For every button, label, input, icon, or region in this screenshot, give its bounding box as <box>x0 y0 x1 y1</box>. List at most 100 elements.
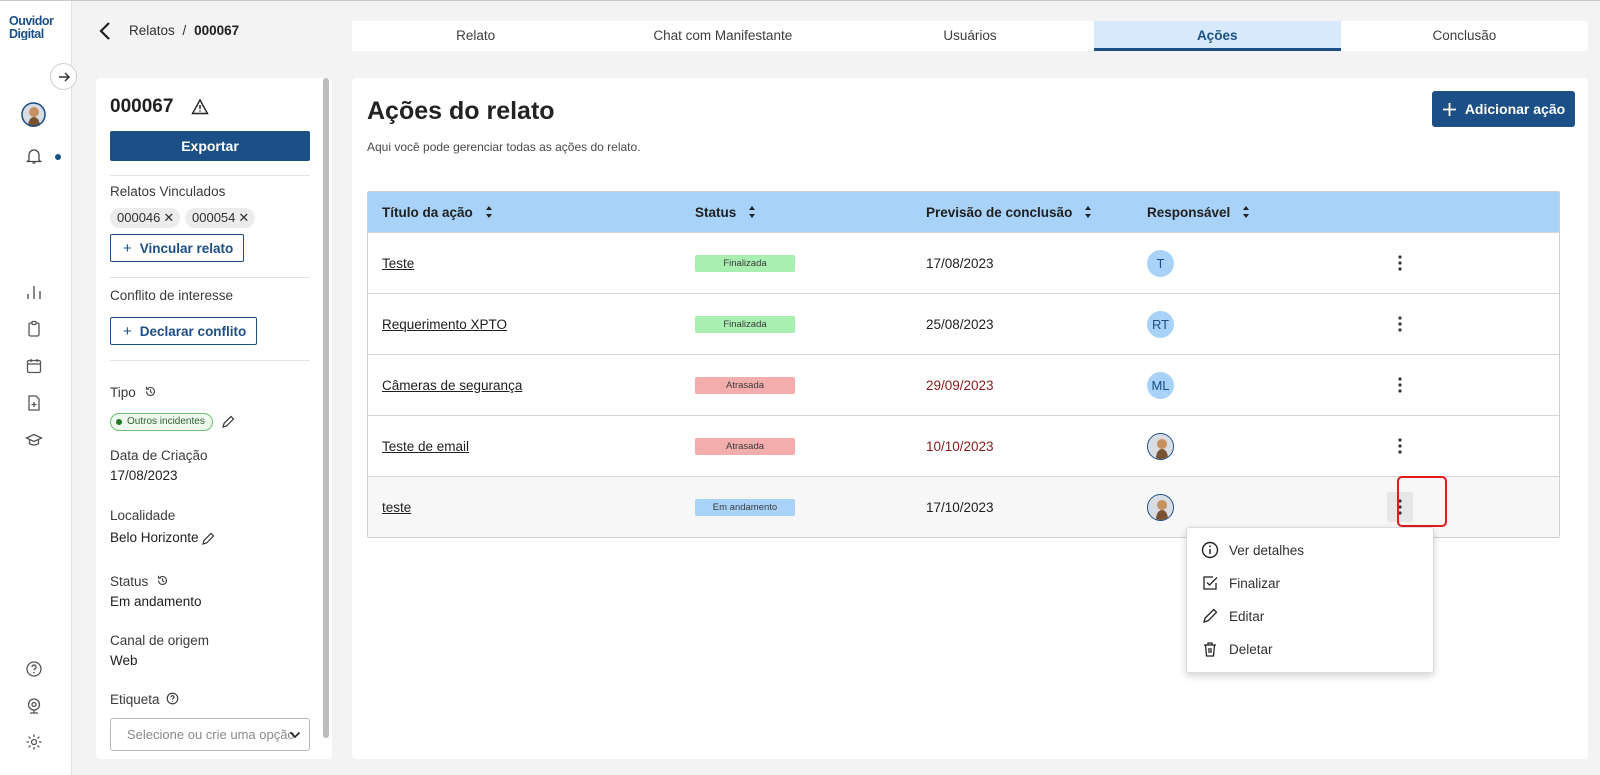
expand-sidebar-button[interactable] <box>50 63 77 90</box>
remove-chip-icon[interactable]: ✕ <box>163 210 174 225</box>
add-action-button[interactable]: Adicionar ação <box>1432 91 1575 127</box>
link-report-button[interactable]: + Vincular relato <box>110 234 245 262</box>
page-subtitle: Aqui você pode gerenciar todas as ações … <box>367 140 641 154</box>
nav-settings[interactable] <box>24 732 44 752</box>
menu-item-edit[interactable]: Editar <box>1201 605 1264 627</box>
help-icon <box>26 661 42 677</box>
divider <box>110 277 310 278</box>
pencil-icon <box>1203 608 1218 623</box>
nav-help[interactable] <box>24 659 44 679</box>
pencil-icon[interactable] <box>201 532 215 546</box>
svg-text:Ouvidor: Ouvidor <box>9 14 54 28</box>
conflict-label: Conflito de interesse <box>110 288 234 303</box>
kebab-icon <box>1398 438 1402 454</box>
menu-item-delete[interactable]: Deletar <box>1201 638 1273 660</box>
chevron-left-icon <box>99 22 110 40</box>
clipboard-icon <box>28 320 40 337</box>
nav-reports[interactable] <box>24 319 44 339</box>
app-logo[interactable]: Ouvidor Digital <box>9 14 63 42</box>
arrow-right-icon <box>58 71 70 82</box>
due-date: 29/09/2023 <box>926 377 994 393</box>
tag-select[interactable]: Selecione ou crie uma opção <box>110 718 310 751</box>
menu-item-finalize[interactable]: Finalizar <box>1201 572 1280 594</box>
status-badge: Atrasada <box>695 437 795 455</box>
help-circle-icon[interactable] <box>166 692 179 705</box>
action-title-link[interactable]: Requerimento XPTO <box>382 317 507 332</box>
avatar-photo <box>1148 494 1173 520</box>
breadcrumb-current: 000067 <box>194 23 240 38</box>
tab-relato[interactable]: Relato <box>352 21 599 51</box>
sort-icon <box>485 206 492 218</box>
type-badge: Outros incidentes <box>110 413 213 431</box>
table-header: Título da ação Status Previsão de conclu… <box>368 192 1559 232</box>
type-label-text: Tipo <box>110 385 136 400</box>
breadcrumb-separator: / <box>182 23 187 38</box>
export-button[interactable]: Exportar <box>110 131 310 161</box>
kebab-icon <box>1398 316 1402 332</box>
nav-calendar[interactable] <box>24 356 44 376</box>
sort-icon <box>1243 206 1250 218</box>
svg-text:Digital: Digital <box>9 27 44 40</box>
window-top-border <box>0 0 1600 1</box>
due-date: 17/08/2023 <box>926 255 994 271</box>
col-header-responsible[interactable]: Responsável <box>1147 205 1250 220</box>
action-title-link[interactable]: Teste de email <box>382 439 469 454</box>
gear-icon <box>26 734 42 750</box>
col-header-date[interactable]: Previsão de conclusão <box>926 205 1092 220</box>
tab-acoes[interactable]: Ações <box>1093 21 1341 51</box>
tab-conclusao[interactable]: Conclusão <box>1341 21 1588 51</box>
status-badge: Atrasada <box>695 376 795 394</box>
col-header-status[interactable]: Status <box>695 205 756 220</box>
row-actions-button[interactable] <box>1391 312 1409 336</box>
channel-value: Web <box>110 653 138 668</box>
chip-label: 000046 <box>117 210 161 225</box>
nav-dashboard[interactable] <box>24 282 44 302</box>
menu-item-label: Finalizar <box>1229 575 1281 591</box>
row-actions-button[interactable] <box>1391 251 1409 275</box>
col-header-label: Título da ação <box>382 204 473 220</box>
panel-scrollbar[interactable] <box>323 78 329 738</box>
menu-item-label: Editar <box>1229 608 1265 624</box>
nav-new-file[interactable] <box>24 393 44 413</box>
tab-usuarios[interactable]: Usuários <box>846 21 1093 51</box>
warning-indicator[interactable] <box>191 98 209 116</box>
menu-item-label: Ver detalhes <box>1229 542 1305 558</box>
pencil-icon[interactable] <box>221 415 235 429</box>
nav-webcam[interactable] <box>24 696 44 716</box>
info-icon <box>1201 541 1219 559</box>
declare-conflict-button[interactable]: + Declarar conflito <box>110 317 258 345</box>
created-value: 17/08/2023 <box>110 468 178 483</box>
sort-icon <box>749 206 756 218</box>
plus-icon <box>1442 102 1456 116</box>
status-badge: Finalizada <box>695 315 795 333</box>
notifications-button[interactable] <box>24 146 44 166</box>
action-title-link[interactable]: Câmeras de segurança <box>382 378 522 393</box>
history-icon[interactable] <box>156 574 169 587</box>
col-header-title[interactable]: Título da ação <box>382 205 493 220</box>
history-icon[interactable] <box>144 385 157 398</box>
user-avatar[interactable] <box>21 102 46 127</box>
back-button[interactable] <box>98 20 114 42</box>
file-plus-icon <box>28 395 40 411</box>
webcam-icon <box>27 698 41 714</box>
trash-icon <box>1204 642 1216 657</box>
menu-item-view-details[interactable]: Ver detalhes <box>1201 539 1304 561</box>
due-date: 10/10/2023 <box>926 438 994 454</box>
responsible-avatar <box>1147 432 1174 460</box>
responsible-avatar <box>1147 493 1174 521</box>
status-label-text: Status <box>110 574 149 589</box>
action-title-link[interactable]: Teste <box>382 256 414 271</box>
graduation-cap-icon <box>25 433 43 446</box>
actions-table: Título da ação Status Previsão de conclu… <box>367 191 1560 538</box>
declare-conflict-label: Declarar conflito <box>139 323 247 339</box>
tab-chat[interactable]: Chat com Manifestante <box>599 21 846 51</box>
breadcrumb-parent[interactable]: Relatos <box>129 23 175 38</box>
chart-icon <box>27 286 41 299</box>
action-title-link[interactable]: teste <box>382 500 411 515</box>
col-header-label: Status <box>695 204 737 220</box>
row-actions-button[interactable] <box>1391 373 1409 397</box>
report-details-panel: 000067 Exportar Relatos Vinculados 00004… <box>96 78 332 759</box>
remove-chip-icon[interactable]: ✕ <box>238 210 249 225</box>
row-actions-button[interactable] <box>1391 434 1409 458</box>
nav-training[interactable] <box>24 430 44 450</box>
